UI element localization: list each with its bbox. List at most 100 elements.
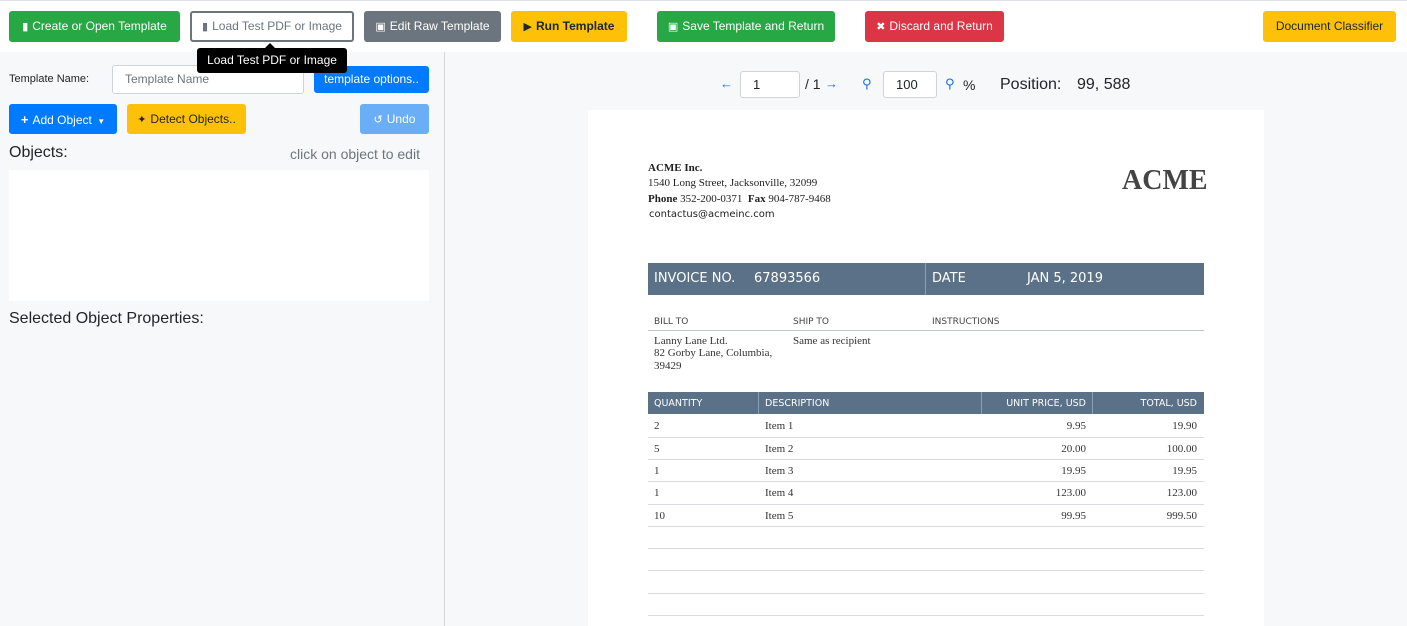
row-total: 999.50 xyxy=(1166,510,1197,522)
discard-return-label: Discard and Return xyxy=(889,19,993,33)
arrow-left-icon[interactable]: ← xyxy=(720,76,733,91)
column-total: TOTAL, USD xyxy=(1140,398,1197,409)
save-template-return-label: Save Template and Return xyxy=(682,19,825,33)
file-icon: ▮ xyxy=(22,21,29,33)
row-divider xyxy=(648,593,1204,594)
detect-objects-button[interactable]: ✦ Detect Objects.. xyxy=(127,104,246,134)
row-divider xyxy=(648,570,1204,571)
row-divider xyxy=(648,615,1204,616)
row-total: 100.00 xyxy=(1166,443,1197,455)
ship-to-label: SHIP TO xyxy=(793,317,830,327)
detect-objects-label: Detect Objects.. xyxy=(150,112,236,126)
objects-list[interactable] xyxy=(9,170,429,301)
save-icon: ▣ xyxy=(375,21,386,33)
selected-properties-heading: Selected Object Properties: xyxy=(9,310,204,327)
magic-wand-icon: ✦ xyxy=(137,114,147,126)
load-test-pdf-label: Load Test PDF or Image xyxy=(212,19,342,33)
row-divider xyxy=(648,526,1204,527)
items-header-separator xyxy=(758,392,759,414)
discard-return-button[interactable]: ✖ Discard and Return xyxy=(865,11,1004,42)
row-divider xyxy=(648,459,1204,460)
load-test-tooltip: Load Test PDF or Image xyxy=(197,43,347,73)
row-quantity: 1 xyxy=(654,487,660,499)
template-name-placeholder: Template Name xyxy=(125,72,210,86)
bill-to-line-2: 82 Gorby Lane, Columbia, xyxy=(654,347,773,359)
invoice-header-separator xyxy=(925,263,926,295)
row-unit-price: 123.00 xyxy=(1055,487,1086,499)
add-object-button[interactable]: + Add Object ▼ xyxy=(9,104,117,134)
position-label: Position: xyxy=(1000,76,1062,93)
invoice-logo: ACME xyxy=(1122,165,1208,196)
template-options-label: template options.. xyxy=(324,72,419,86)
load-test-pdf-button[interactable]: ▮ Load Test PDF or Image xyxy=(190,11,354,42)
row-description: Item 2 xyxy=(765,443,794,455)
phone-value: 352-200-0371 xyxy=(680,193,743,205)
document-classifier-button[interactable]: Document Classifier xyxy=(1263,11,1396,42)
caret-down-icon: ▼ xyxy=(97,117,106,126)
phone-label: Phone xyxy=(648,193,678,205)
undo-button[interactable]: ↺ Undo xyxy=(360,104,429,134)
plus-icon: + xyxy=(20,112,29,127)
row-description: Item 1 xyxy=(765,420,794,432)
play-icon: ▶ xyxy=(523,21,532,33)
ship-to-value: Same as recipient xyxy=(793,335,871,347)
arrow-right-icon[interactable]: → xyxy=(825,76,838,91)
date-value: JAN 5, 2019 xyxy=(1027,271,1103,286)
row-quantity: 10 xyxy=(654,510,665,522)
run-template-button[interactable]: ▶ Run Template xyxy=(511,11,627,42)
invoice-company: ACME Inc. xyxy=(648,162,703,174)
column-unit-price: UNIT PRICE, USD xyxy=(1006,398,1086,409)
objects-heading: Objects: xyxy=(9,144,68,161)
close-icon: ✖ xyxy=(876,21,886,33)
fax-label: Fax xyxy=(747,193,766,205)
save-icon: ▣ xyxy=(667,21,679,33)
row-divider xyxy=(648,481,1204,482)
zoom-unit: % xyxy=(963,77,976,93)
bill-to-line-3: 39429 xyxy=(654,360,682,372)
row-unit-price: 20.00 xyxy=(1061,443,1086,455)
row-divider xyxy=(648,504,1204,505)
zoom-in-icon[interactable]: ⚲ xyxy=(945,76,955,92)
create-open-template-label: Create or Open Template xyxy=(32,19,167,33)
bill-to-label: BILL TO xyxy=(654,317,689,327)
undo-label: Undo xyxy=(386,112,416,126)
edit-raw-template-button[interactable]: ▣ Edit Raw Template xyxy=(364,11,501,42)
row-quantity: 5 xyxy=(654,443,660,455)
left-panel xyxy=(0,52,444,626)
invoice-no-value: 67893566 xyxy=(754,271,821,286)
add-object-label: Add Object xyxy=(32,113,92,127)
row-unit-price: 19.95 xyxy=(1061,465,1086,477)
file-pdf-icon: ▮ xyxy=(202,21,209,33)
top-border xyxy=(0,0,1407,1)
row-quantity: 2 xyxy=(654,420,660,432)
fax-value: 904-787-9468 xyxy=(768,193,831,205)
zoom-value: 100 xyxy=(896,77,918,92)
run-template-label: Run Template xyxy=(536,19,615,33)
zoom-out-icon[interactable]: ⚲ xyxy=(862,76,872,92)
create-open-template-button[interactable]: ▮ Create or Open Template xyxy=(9,11,180,42)
bill-to-line-1: Lanny Lane Ltd. xyxy=(654,335,728,347)
invoice-email: contactus@acmeinc.com xyxy=(649,209,775,220)
undo-icon: ↺ xyxy=(373,114,383,126)
instructions-label: INSTRUCTIONS xyxy=(932,317,1000,327)
page-total: / 1 xyxy=(805,76,821,92)
row-description: Item 3 xyxy=(765,465,794,477)
invoice-no-label: INVOICE NO. xyxy=(654,271,736,286)
row-unit-price: 9.95 xyxy=(1066,420,1086,432)
invoice-address: 1540 Long Street, Jacksonville, 32099 xyxy=(648,177,818,189)
objects-hint: click on object to edit xyxy=(290,146,420,162)
date-label: DATE xyxy=(932,271,966,286)
template-name-label: Template Name: xyxy=(9,73,90,85)
edit-raw-template-label: Edit Raw Template xyxy=(389,19,490,33)
row-unit-price: 99.95 xyxy=(1061,510,1086,522)
column-quantity: QUANTITY xyxy=(654,398,703,409)
row-total: 19.90 xyxy=(1172,420,1197,432)
row-total: 123.00 xyxy=(1166,487,1197,499)
zoom-input[interactable]: 100 xyxy=(883,71,937,98)
invoice-phone-fax: Phone 352-200-0371 Fax 904-787-9468 xyxy=(648,193,831,205)
page-number-input[interactable]: 1 xyxy=(740,71,800,98)
page-number-value: 1 xyxy=(753,77,761,92)
column-description: DESCRIPTION xyxy=(765,398,830,409)
save-template-return-button[interactable]: ▣ Save Template and Return xyxy=(657,11,835,42)
row-divider xyxy=(648,548,1204,549)
